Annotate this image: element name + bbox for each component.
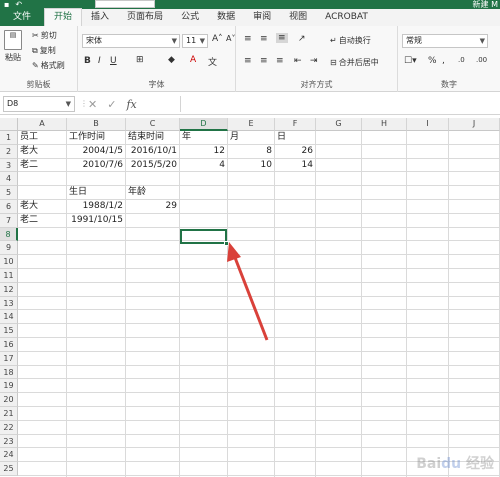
arrow-shaft	[232, 254, 269, 341]
watermark-logo: Baidu 经验	[416, 456, 494, 472]
annotation-arrow	[227, 242, 269, 341]
arrow-head	[227, 242, 241, 262]
